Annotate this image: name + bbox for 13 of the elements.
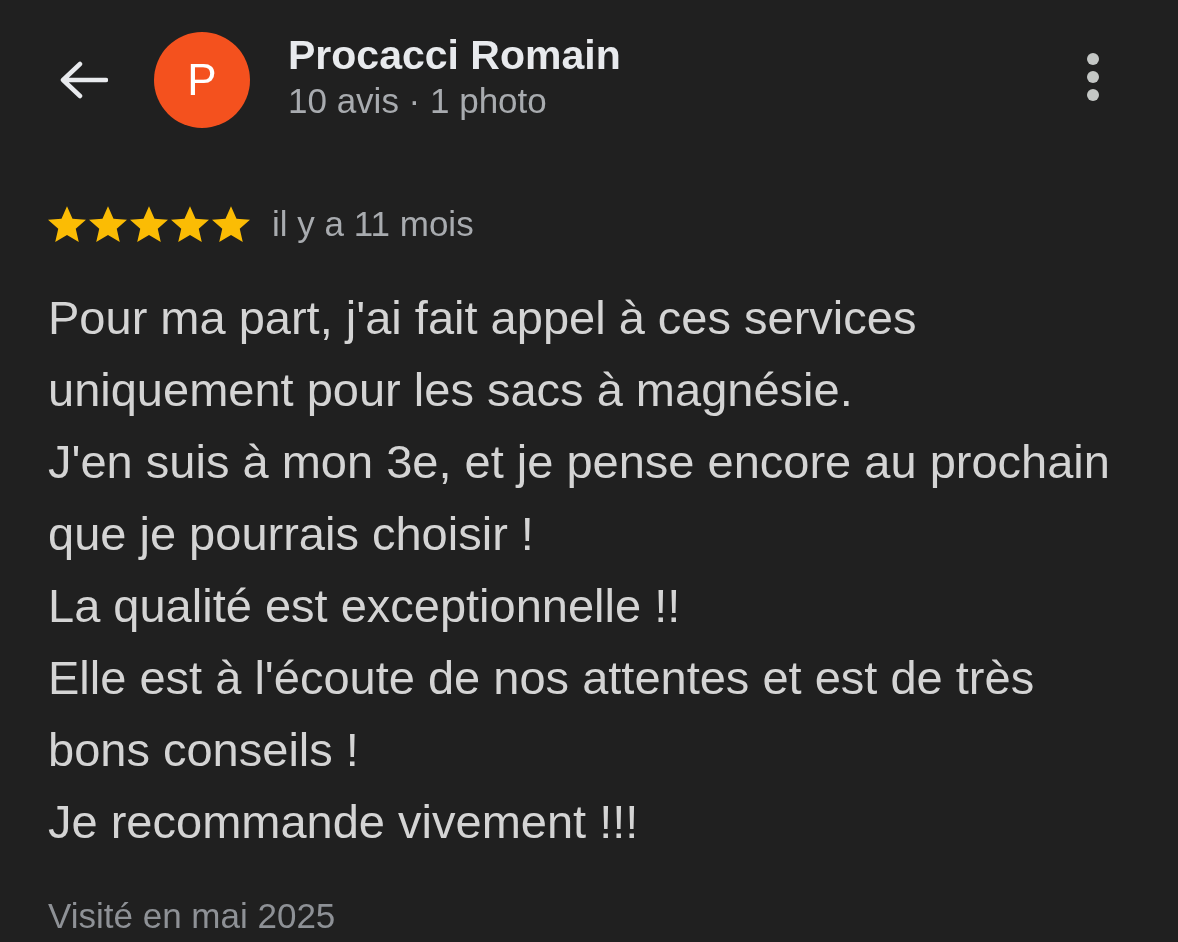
visit-date: Visité en mai 2025 [48, 896, 337, 936]
star-icon [212, 205, 250, 243]
reviewer-name[interactable]: Procacci Romain [288, 31, 1086, 79]
more-options-icon[interactable] [1086, 52, 1100, 102]
back-arrow-icon[interactable] [58, 60, 108, 100]
star-icon [48, 205, 86, 243]
review-text: Pour ma part, j'ai fait appel à ces services uniquement pour les sacs à magnésie. J'en suis à mon 3e, et je pense encore au prochain que je pourrais choisir ! La qualité est exceptionnelle !! Elle est à l'écoute de nos attentes et est de très bons conseils ! Je recommande vivement !!! [48, 290, 1111, 850]
avatar: P [154, 32, 250, 128]
review-time: il y a 11 mois [272, 204, 474, 244]
star-icon [171, 205, 209, 243]
star-icon [130, 205, 168, 243]
reviewer-stats: 10 avis · 1 photo [288, 80, 548, 121]
star-icon [89, 205, 127, 243]
